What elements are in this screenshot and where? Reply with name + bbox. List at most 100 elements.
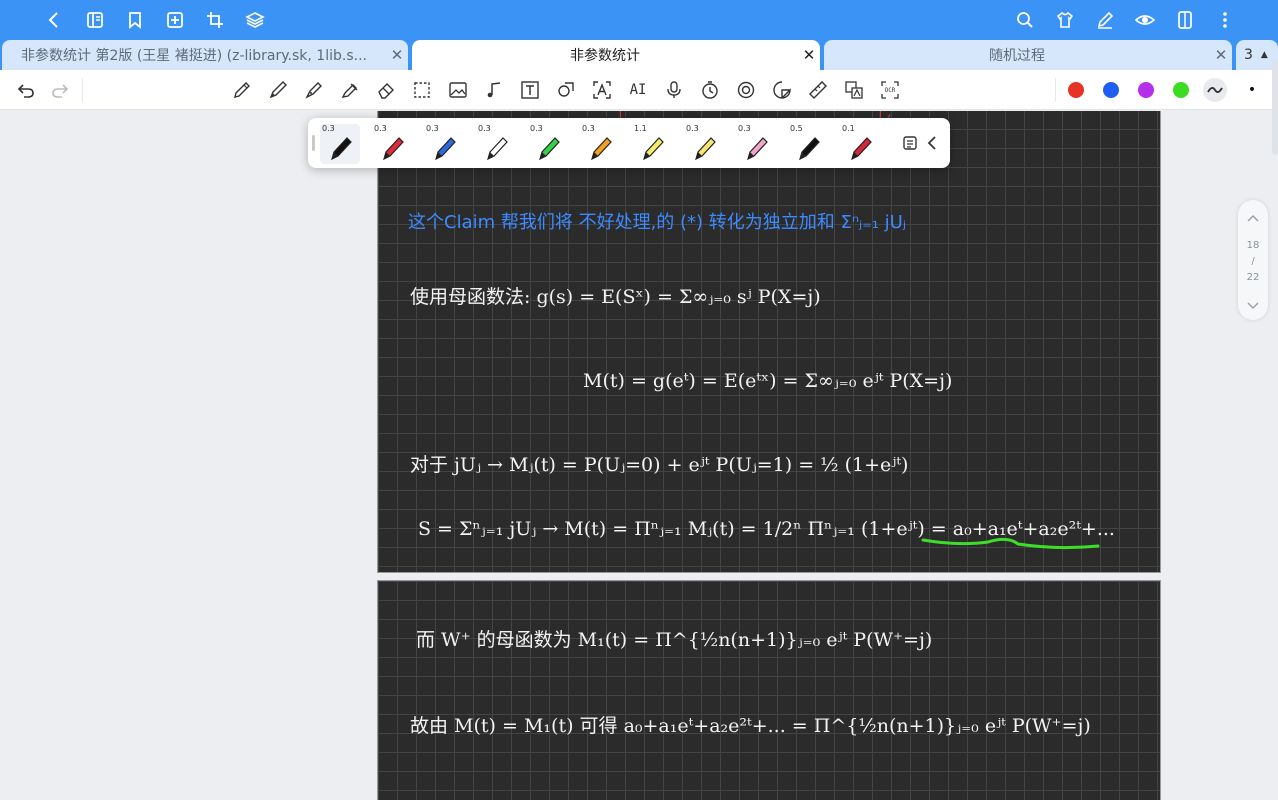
ai-label: AI xyxy=(629,82,647,98)
shape-icon[interactable] xyxy=(554,78,578,102)
undo-icon[interactable] xyxy=(14,78,38,102)
handwriting-mj: 对于 jUⱼ → Mⱼ(t) = P(Uⱼ=0) + eʲᵗ P(Uⱼ=1) =… xyxy=(410,454,909,476)
close-icon[interactable]: ✕ xyxy=(386,46,408,64)
back-chevron-icon[interactable] xyxy=(40,6,68,34)
pen-icon xyxy=(539,137,560,161)
tab-stochastic-process[interactable]: 随机过程 ✕ xyxy=(824,40,1232,70)
red-ink-fragment: ~ ~~ xyxy=(988,111,1028,116)
pen-preset[interactable]: 0.1 xyxy=(840,124,880,164)
ocr-label: OCR xyxy=(884,87,896,94)
green-underline-stroke xyxy=(921,537,1100,550)
image-icon[interactable] xyxy=(446,78,470,102)
tab-label: 非参数统计 xyxy=(570,48,640,64)
lasso-select-icon[interactable] xyxy=(410,78,434,102)
note-page[interactable]: | | , ~ ~~ 这个Claim 帮我们将 不好处理,的 (*) 转化为独立… xyxy=(377,111,1161,573)
divider xyxy=(1055,78,1056,102)
pen-preset[interactable]: 0.5 xyxy=(788,124,828,164)
translate-icon[interactable] xyxy=(842,78,866,102)
pen-preset[interactable]: 0.3 xyxy=(320,124,360,164)
tab-nonparametric-book[interactable]: 非参数统计 第2版 (王星 褚挺进) (z-library.sk, 1lib.s… xyxy=(2,40,408,70)
pen-icon xyxy=(591,137,612,161)
ruler-icon[interactable] xyxy=(806,78,830,102)
pen-preset[interactable]: 0.3 xyxy=(580,124,620,164)
pencil-icon[interactable] xyxy=(230,78,254,102)
pen-size-label: 0.3 xyxy=(738,124,751,133)
page-navigator[interactable]: 18 / 22 xyxy=(1238,200,1268,320)
pen-icon xyxy=(695,137,716,161)
pen-icon xyxy=(851,137,872,161)
tab-nonparametric-notes[interactable]: 非参数统计 ✕ xyxy=(412,40,820,70)
pen-preset[interactable]: 1.1 xyxy=(632,124,672,164)
color-blue-swatch[interactable] xyxy=(1103,82,1119,98)
pen-icon xyxy=(383,137,404,161)
redo-icon[interactable] xyxy=(48,78,72,102)
eye-icon[interactable] xyxy=(1131,6,1159,34)
pen-icon xyxy=(747,137,768,161)
handwriting-conclusion: 故由 M(t) = M₁(t) 可得 a₀+a₁eᵗ+a₂e²ᵗ+... = Π… xyxy=(410,715,1091,737)
pen-icon xyxy=(435,137,456,161)
text-box-icon[interactable] xyxy=(518,78,542,102)
pen-preset[interactable]: 0.3 xyxy=(528,124,568,164)
pen-size-label: 0.3 xyxy=(478,124,491,133)
laser-pointer-icon[interactable] xyxy=(734,78,758,102)
eraser-icon[interactable] xyxy=(374,78,398,102)
top-app-bar xyxy=(0,0,1278,40)
add-page-icon[interactable] xyxy=(161,6,189,34)
microphone-icon[interactable] xyxy=(662,78,686,102)
handwriting-w-plus-mgf: 而 W⁺ 的母函数为 M₁(t) = Π^{½n(n+1)}ⱼ₌₀ eʲᵗ P(… xyxy=(416,629,933,651)
sticker-icon[interactable] xyxy=(770,78,794,102)
pen-size-label: 0.3 xyxy=(322,124,335,133)
handwriting-generating-function: 使用母函数法: g(s) = E(Sˣ) = Σ∞ⱼ₌₀ sʲ P(X=j) xyxy=(410,286,821,308)
tablet-icon[interactable] xyxy=(1171,6,1199,34)
color-red-swatch[interactable] xyxy=(1068,82,1084,98)
text-recognition-icon[interactable] xyxy=(590,78,614,102)
close-icon[interactable]: ✕ xyxy=(1210,46,1232,64)
pen-size-label: 0.3 xyxy=(374,124,387,133)
tab-label: 随机过程 xyxy=(989,48,1045,64)
tab-label: 非参数统计 第2版 (王星 褚挺进) (z-library.sk, 1lib.s… xyxy=(21,48,367,64)
pen-preset[interactable]: 0.3 xyxy=(736,124,776,164)
more-tools-button[interactable]: • xyxy=(1240,78,1264,102)
pen-size-label: 0.3 xyxy=(686,124,699,133)
notebook-canvas[interactable]: | | , ~ ~~ 这个Claim 帮我们将 不好处理,的 (*) 转化为独立… xyxy=(0,111,1278,800)
scrollbar[interactable] xyxy=(1272,60,1278,155)
crop-icon[interactable] xyxy=(201,6,229,34)
pen-settings-icon[interactable] xyxy=(898,131,922,155)
pen-edit-icon[interactable] xyxy=(1091,6,1119,34)
pen-preset[interactable]: 0.3 xyxy=(476,124,516,164)
tab-bar: 非参数统计 第2版 (王星 褚挺进) (z-library.sk, 1lib.s… xyxy=(0,40,1278,70)
book-icon[interactable] xyxy=(81,6,109,34)
stroke-style-icon[interactable] xyxy=(1203,78,1227,102)
bookmark-icon[interactable] xyxy=(121,6,149,34)
pen-preset[interactable]: 0.3 xyxy=(684,124,724,164)
search-icon[interactable] xyxy=(1011,6,1039,34)
pen-icon[interactable] xyxy=(266,78,290,102)
fountain-pen-icon[interactable] xyxy=(302,78,326,102)
close-icon[interactable]: ✕ xyxy=(798,46,820,64)
page-current: 18 xyxy=(1246,240,1260,251)
chevron-down-icon[interactable] xyxy=(1246,298,1260,312)
pen-preset[interactable]: 0.3 xyxy=(372,124,412,164)
divider xyxy=(82,78,83,102)
color-purple-swatch[interactable] xyxy=(1138,82,1154,98)
page-separator: / xyxy=(1251,256,1255,267)
note-page[interactable]: 而 W⁺ 的母函数为 M₁(t) = Π^{½n(n+1)}ⱼ₌₀ eʲᵗ P(… xyxy=(377,580,1161,800)
pen-size-label: 0.3 xyxy=(530,124,543,133)
chevron-up-icon[interactable] xyxy=(1246,212,1260,226)
ocr-icon[interactable]: OCR xyxy=(878,78,902,102)
handwriting-mgf: M(t) = g(eᵗ) = E(eᵗˣ) = Σ∞ⱼ₌₀ eʲᵗ P(X=j) xyxy=(583,370,953,392)
shirt-icon[interactable] xyxy=(1051,6,1079,34)
highlighter-icon[interactable] xyxy=(338,78,362,102)
timer-icon[interactable] xyxy=(698,78,722,102)
pen-icon xyxy=(799,137,820,161)
pen-preset-popup: 0.3 0.3 0.3 0.3 0.3 0.3 1.1 0.3 0.3 0.5 0.1 xyxy=(308,118,950,168)
music-icon[interactable] xyxy=(482,78,506,102)
pen-preset[interactable]: 0.3 xyxy=(424,124,464,164)
color-green-swatch[interactable] xyxy=(1173,82,1189,98)
tab-count: 3 xyxy=(1244,47,1253,63)
collapse-chevron-icon[interactable] xyxy=(921,131,945,155)
more-vertical-icon[interactable] xyxy=(1211,6,1239,34)
ai-icon[interactable]: AI xyxy=(626,78,650,102)
drag-handle[interactable] xyxy=(312,135,315,151)
layers-icon[interactable] xyxy=(241,6,269,34)
